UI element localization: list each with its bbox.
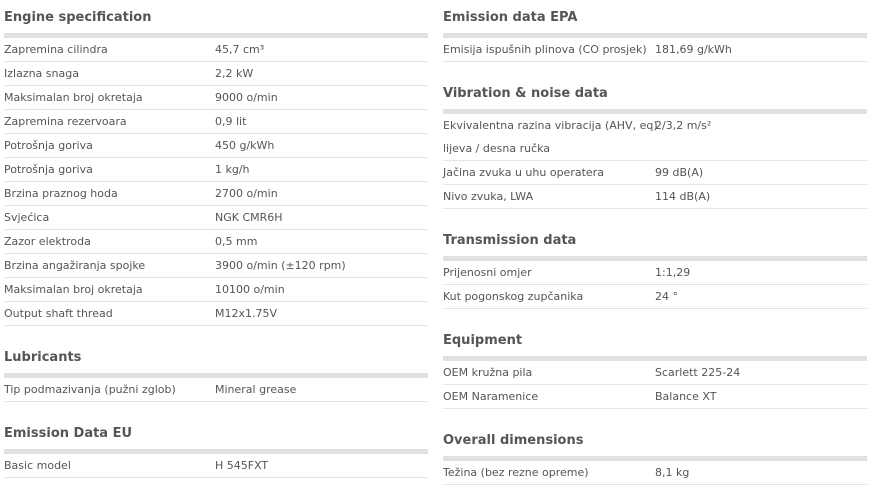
spec-label: Maksimalan broj okretaja (4, 283, 143, 296)
spec-value: 2700 o/min (215, 187, 278, 200)
spec-value: 114 dB(A) (655, 190, 711, 203)
spec-label: Maksimalan broj okretaja (4, 91, 143, 104)
spec-label: Output shaft thread (4, 307, 113, 320)
spec-value: 24 ° (655, 290, 678, 303)
spec-row: Jačina zvuka u uhu operatera 99 dB(A) (443, 161, 867, 185)
spec-label: Zazor elektroda (4, 235, 91, 248)
spec-label: Potrošnja goriva (4, 163, 93, 176)
spec-label: Brzina angažiranja spojke (4, 259, 146, 272)
spec-row: Ekvivalentna razina vibracija (AHV, eq) 2… (443, 114, 867, 137)
spec-value: Balance XT (655, 390, 717, 403)
spec-label: Težina (bez rezne opreme) (443, 466, 589, 479)
spec-value: 450 g/kWh (215, 139, 275, 152)
spec-label: Nivo zvuka, LWA (443, 190, 534, 203)
section-title: Overall dimensions (443, 433, 584, 448)
spec-row: Tip podmazivanja (pužni zglob) Mineral gr… (4, 378, 428, 402)
spec-row: Maksimalan broj okretaja 9000 o/min (4, 86, 428, 110)
spec-label: Jačina zvuka u uhu operatera (443, 166, 604, 179)
spec-label: Ekvivalentna razina vibracija (AHV, eq) (443, 119, 658, 132)
section-vibration-noise-data: Vibration & noise data Ekvivalentna razi… (443, 76, 867, 209)
spec-row: Basic model H 545FXT (4, 454, 428, 478)
spec-row: Potrošnja goriva 450 g/kWh (4, 134, 428, 158)
section-emission-data-eu: Emission Data EU Basic model H 545FXT (4, 416, 428, 478)
spec-value: 99 dB(A) (655, 166, 704, 179)
spec-row: Težina (bez rezne opreme) 8,1 kg (443, 461, 867, 485)
spec-label: Izlazna snaga (4, 67, 79, 80)
spec-label: lijeva / desna ručka (443, 142, 551, 155)
spec-row: Kut pogonskog zupčanika 24 ° (443, 285, 867, 309)
spec-row: Emisija ispušnih plinova (CO prosjek) 181… (443, 38, 867, 62)
spec-label: OEM kružna pila (443, 366, 533, 379)
spec-row: OEM kružna pila Scarlett 225-24 (443, 361, 867, 385)
spec-row: Prijenosni omjer 1:1,29 (443, 261, 867, 285)
section-emission-data-epa: Emission data EPA Emisija ispušnih plino… (443, 0, 867, 62)
spec-value: M12x1.75V (215, 307, 278, 320)
left-column: Engine specification Zapremina cilindra 4… (4, 0, 428, 478)
spec-row: Svjećica NGK CMR6H (4, 206, 428, 230)
spec-value: 181,69 g/kWh (655, 43, 732, 56)
spec-label: Prijenosni omjer (443, 266, 532, 279)
section-title: Equipment (443, 333, 523, 348)
spec-row: OEM Naramenice Balance XT (443, 385, 867, 409)
spec-row: Zapremina cilindra 45,7 cm³ (4, 38, 428, 62)
spec-row: lijeva / desna ručka (443, 137, 867, 161)
spec-label: Zapremina cilindra (4, 43, 108, 56)
spec-value: H 545FXT (215, 459, 269, 472)
spec-value: 0,9 lit (215, 115, 247, 128)
section-equipment: Equipment OEM kružna pila Scarlett 225-24… (443, 323, 867, 409)
spec-value: 8,1 kg (655, 466, 690, 479)
spec-value: 2,2 kW (215, 67, 254, 80)
section-engine-specification: Engine specification Zapremina cilindra 4… (4, 0, 428, 326)
section-title: Engine specification (4, 10, 152, 25)
spec-value: 1 kg/h (215, 163, 250, 176)
section-lubricants: Lubricants Tip podmazivanja (pužni zglob… (4, 340, 428, 402)
spec-value: 1:1,29 (655, 266, 691, 279)
section-title: Vibration & noise data (443, 86, 608, 101)
spec-row: Brzina praznog hoda 2700 o/min (4, 182, 428, 206)
spec-row: Brzina angažiranja spojke 3900 o/min (±12… (4, 254, 428, 278)
spec-label: Kut pogonskog zupčanika (443, 290, 584, 303)
section-title: Emission Data EU (4, 426, 133, 441)
spec-row: Nivo zvuka, LWA 114 dB(A) (443, 185, 867, 209)
spec-value: NGK CMR6H (215, 211, 283, 224)
section-title: Lubricants (4, 350, 82, 365)
right-column: Emission data EPA Emisija ispušnih plino… (443, 0, 867, 485)
spec-row: Maksimalan broj okretaja 10100 o/min (4, 278, 428, 302)
spec-row: Zazor elektroda 0,5 mm (4, 230, 428, 254)
spec-label: Brzina praznog hoda (4, 187, 118, 200)
spec-value: 9000 o/min (215, 91, 278, 104)
spec-label: Emisija ispušnih plinova (CO prosjek) (443, 43, 647, 56)
spec-value: 3900 o/min (±120 rpm) (215, 259, 346, 272)
spec-label: Svjećica (4, 211, 50, 224)
spec-label: Tip podmazivanja (pužni zglob) (4, 383, 176, 396)
spec-value: 2/3,2 m/s² (655, 119, 712, 132)
spec-row: Potrošnja goriva 1 kg/h (4, 158, 428, 182)
section-transmission-data: Transmission data Prijenosni omjer 1:1,29… (443, 223, 867, 309)
section-title: Emission data EPA (443, 10, 578, 25)
spec-value: Mineral grease (215, 383, 297, 396)
spec-label: OEM Naramenice (443, 390, 539, 403)
spec-value: Scarlett 225-24 (655, 366, 741, 379)
spec-value: 10100 o/min (215, 283, 285, 296)
spec-label: Potrošnja goriva (4, 139, 93, 152)
section-overall-dimensions: Overall dimensions Težina (bez rezne opr… (443, 423, 867, 485)
spec-row: Izlazna snaga 2,2 kW (4, 62, 428, 86)
spec-value: 0,5 mm (215, 235, 258, 248)
spec-label: Zapremina rezervoara (4, 115, 127, 128)
section-title: Transmission data (443, 233, 577, 248)
spec-label: Basic model (4, 459, 71, 472)
spec-row: Zapremina rezervoara 0,9 lit (4, 110, 428, 134)
spec-row: Output shaft thread M12x1.75V (4, 302, 428, 326)
spec-value: 45,7 cm³ (215, 43, 265, 56)
